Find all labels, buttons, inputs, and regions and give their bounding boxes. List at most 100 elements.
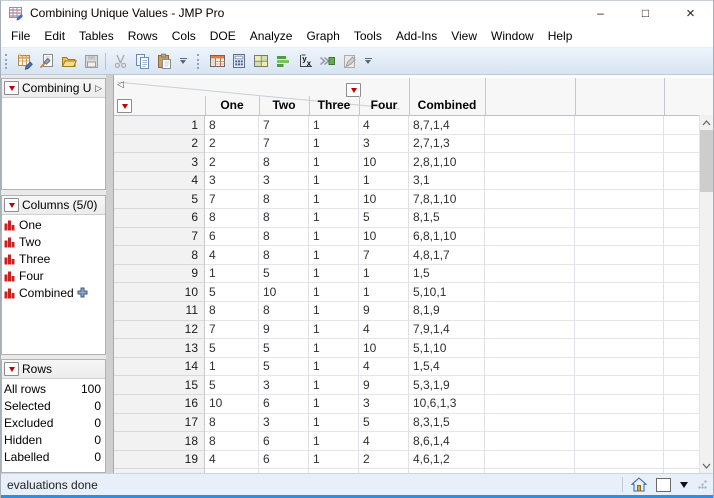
data-cell[interactable]: 3 [359,134,409,154]
menu-rows[interactable]: Rows [121,26,165,46]
data-cell[interactable]: 8 [259,208,309,228]
data-cell[interactable]: 8 [259,153,309,172]
row-number-cell[interactable]: 14 [114,357,205,377]
row-number-cell[interactable]: 18 [114,432,205,451]
data-cell[interactable]: 3 [359,394,409,414]
menu-analyze[interactable]: Analyze [243,26,300,46]
data-cell[interactable] [309,469,359,473]
column-header-three[interactable]: Three [309,96,359,115]
red-triangle-menu-icon[interactable] [4,81,19,95]
data-cell[interactable]: 1 [309,116,359,135]
data-cell[interactable]: 8 [259,190,309,209]
collapse-panel-icon[interactable]: ◁ [117,79,124,90]
sidebar-splitter[interactable] [106,75,114,473]
data-cell[interactable]: 8 [205,432,259,451]
data-cell[interactable] [575,413,664,433]
data-cell[interactable]: 9 [259,320,309,340]
data-cell[interactable] [485,450,575,470]
data-cell[interactable] [575,450,664,470]
menu-cols[interactable]: Cols [165,26,203,46]
dropdown-caret-icon[interactable] [680,481,688,488]
data-cell[interactable] [575,190,664,209]
row-number-cell[interactable]: 9 [114,264,205,284]
data-cell[interactable]: 1 [309,246,359,265]
data-cell[interactable]: 1 [205,264,259,284]
column-list-item[interactable]: Three [2,250,105,267]
data-cell[interactable]: 9 [359,301,409,321]
data-cell[interactable]: 1,5,4 [409,357,485,377]
data-cell[interactable]: 9 [359,376,409,395]
data-cell[interactable]: 4 [205,450,259,470]
menu-window[interactable]: Window [484,26,541,46]
data-cell[interactable] [485,171,575,191]
data-cell[interactable] [485,116,575,135]
data-cell[interactable] [485,413,575,433]
data-cell[interactable]: 7 [205,190,259,209]
data-cell[interactable]: 5,1,10 [409,339,485,358]
data-cell[interactable] [359,469,409,473]
menu-view[interactable]: View [444,26,484,46]
split-table-button[interactable] [250,50,272,72]
row-number-cell[interactable]: 17 [114,413,205,433]
data-cell[interactable] [575,171,664,191]
column-list-item[interactable]: Two [2,233,105,250]
columns-menu-icon[interactable] [346,83,361,97]
data-cell[interactable] [205,469,259,473]
red-triangle-menu-icon[interactable] [4,198,19,212]
data-cell[interactable]: 7 [259,116,309,135]
data-cell[interactable]: 8 [205,116,259,135]
data-cell[interactable]: 2 [205,134,259,154]
columns-panel-header[interactable]: Columns (5/0) [2,196,105,215]
red-triangle-menu-icon[interactable] [4,362,19,376]
formula-calculator-button[interactable] [228,50,250,72]
data-cell[interactable] [575,246,664,265]
data-cell[interactable]: 10 [359,153,409,172]
data-cell[interactable]: 1 [309,153,359,172]
menu-addins[interactable]: Add-Ins [389,26,444,46]
data-cell[interactable] [575,357,664,377]
data-cell[interactable]: 6 [259,450,309,470]
data-cell[interactable] [575,283,664,302]
data-cell[interactable]: 5,10,1 [409,283,485,302]
row-number-cell[interactable]: 4 [114,171,205,191]
data-cell[interactable]: 10,6,1,3 [409,394,485,414]
data-cell[interactable]: 2 [359,450,409,470]
data-cell[interactable] [575,394,664,414]
data-cell[interactable]: 1 [309,339,359,358]
row-number-cell[interactable]: 7 [114,227,205,247]
color-swatch[interactable] [656,477,671,492]
data-cell[interactable]: 1 [309,320,359,340]
row-number-cell[interactable]: 11 [114,301,205,321]
data-cell[interactable]: 10 [205,394,259,414]
row-number-cell[interactable]: 2 [114,134,205,154]
rows-menu-icon[interactable] [117,99,132,113]
data-cell[interactable]: 4 [359,357,409,377]
home-window-icon[interactable] [631,477,647,492]
data-cell[interactable]: 5 [259,357,309,377]
column-list-item[interactable]: Four [2,267,105,284]
data-cell[interactable]: 7,9,1,4 [409,320,485,340]
data-cell[interactable]: 7 [205,320,259,340]
data-cell[interactable]: 2,8,1,10 [409,153,485,172]
data-cell[interactable]: 1 [205,357,259,377]
new-journal-button[interactable] [36,50,58,72]
scroll-down-icon[interactable] [700,458,713,473]
data-cell[interactable]: 4,8,1,7 [409,246,485,265]
data-cell[interactable]: 6 [205,227,259,247]
column-header-two[interactable]: Two [259,96,309,115]
data-cell[interactable] [485,469,575,473]
data-cell[interactable]: 8 [205,208,259,228]
data-cell[interactable]: 6,8,1,10 [409,227,485,247]
data-cell[interactable] [485,376,575,395]
data-cell[interactable]: 4 [205,246,259,265]
data-cell[interactable]: 1 [309,134,359,154]
menu-tables[interactable]: Tables [72,26,121,46]
data-cell[interactable]: 1 [309,301,359,321]
data-cell[interactable] [485,153,575,172]
data-cell[interactable] [485,394,575,414]
close-button[interactable]: × [668,1,713,25]
data-cell[interactable] [485,246,575,265]
row-number-cell[interactable]: 13 [114,339,205,358]
data-cell[interactable]: 4 [359,432,409,451]
maximize-button[interactable]: □ [623,1,668,25]
